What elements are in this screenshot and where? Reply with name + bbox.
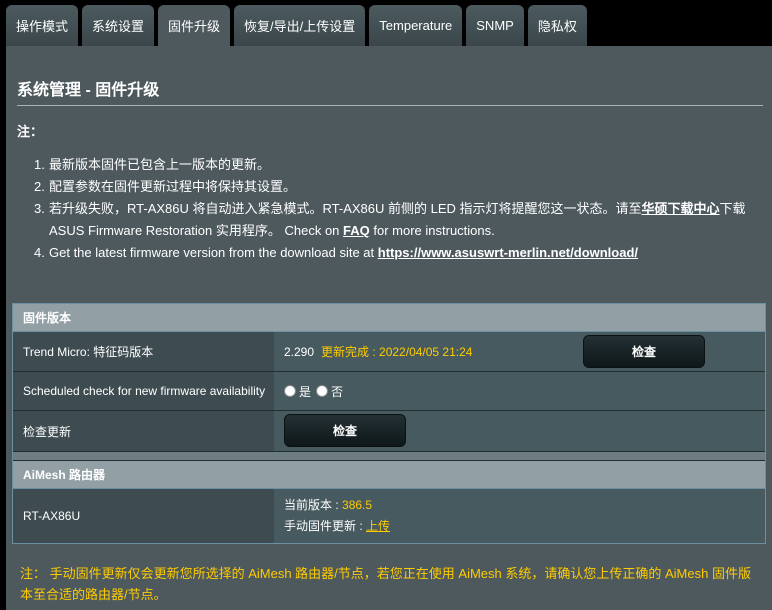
signature-version: 2.290	[284, 344, 315, 359]
note-text: 最新版本固件已包含上一版本的更新。	[49, 157, 271, 172]
title-divider	[17, 105, 763, 106]
asus-download-center-link[interactable]: 华硕下载中心	[642, 201, 720, 216]
tab-restore-save-upload[interactable]: 恢复/导出/上传设置	[234, 5, 366, 46]
radio-no-label: 否	[331, 384, 344, 399]
note-text: 若升级失败，RT-AX86U 将自动进入紧急模式。RT-AX86U 前侧的 LE…	[49, 201, 642, 216]
note-text: ASUS Firmware Restoration 实用程序。 Check on	[49, 223, 344, 238]
table-row-aimesh-router: RT-AX86U 当前版本 : 386.5 手动固件更新 : 上传	[13, 489, 765, 543]
note-number: 4.	[34, 245, 45, 260]
note-text: Get the latest firmware version from the…	[49, 245, 378, 260]
aimesh-footer-note: 注： 手动固件更新仅会更新您所选择的 AiMesh 路由器/节点，若您正在使用 …	[20, 566, 751, 602]
note-label: 注：	[17, 124, 44, 139]
note-number: 3.	[34, 201, 45, 216]
note-item-1: 1. 最新版本固件已包含上一版本的更新。	[34, 154, 759, 176]
faq-link[interactable]: FAQ	[343, 223, 370, 238]
aimesh-table-header: AiMesh 路由器	[13, 461, 765, 489]
table-row-trend-micro: Trend Micro: 特征码版本 2.290 更新完成 : 2022/04/…	[13, 332, 765, 372]
tab-bar: 操作模式 系统设置 固件升级 恢复/导出/上传设置 Temperature SN…	[6, 5, 587, 46]
firmware-version-table: 固件版本 Trend Micro: 特征码版本 2.290 更新完成 : 202…	[12, 303, 766, 544]
note-list: 1. 最新版本固件已包含上一版本的更新。 2. 配置参数在固件更新过程中将保持其设置…	[34, 154, 759, 264]
tab-firmware-upgrade[interactable]: 固件升级	[158, 5, 231, 46]
scheduled-check-options: 是 否	[274, 372, 765, 410]
current-version-line: 当前版本 : 386.5	[284, 495, 372, 516]
check-update-action: 检查	[274, 411, 765, 451]
tab-privacy[interactable]: 隐私权	[527, 5, 587, 46]
table-separator	[13, 452, 765, 461]
manual-update-line: 手动固件更新 : 上传	[284, 516, 390, 537]
current-version-value: 386.5	[342, 498, 373, 512]
radio-no[interactable]	[316, 385, 329, 397]
tab-snmp[interactable]: SNMP	[466, 5, 524, 46]
update-status: 更新完成 : 2022/04/05 21:24	[321, 345, 473, 359]
check-update-button[interactable]: 检查	[284, 414, 406, 447]
note-item-4: 4. Get the latest firmware version from t…	[34, 242, 759, 264]
trend-micro-label: Trend Micro: 特征码版本	[13, 332, 274, 371]
upload-firmware-link[interactable]: 上传	[366, 519, 390, 533]
tab-system-settings[interactable]: 系统设置	[82, 5, 155, 46]
merlin-download-link[interactable]: https://www.asuswrt-merlin.net/download/	[378, 245, 638, 260]
firmware-table-header: 固件版本	[13, 304, 765, 332]
check-signature-button[interactable]: 检查	[583, 335, 705, 368]
tab-temperature[interactable]: Temperature	[369, 5, 463, 46]
note-text: 下载	[719, 201, 746, 216]
radio-yes-label: 是	[299, 384, 312, 399]
note-item-3: 3. 若升级失败，RT-AX86U 将自动进入紧急模式。RT-AX86U 前侧的 …	[34, 198, 759, 242]
table-row-check-update: 检查更新 检查	[13, 411, 765, 452]
check-update-label: 检查更新	[13, 411, 274, 451]
content-panel: 系统管理 - 固件升级 注： 1. 最新版本固件已包含上一版本的更新。 2. 配置参…	[6, 46, 772, 610]
aimesh-firmware-info: 当前版本 : 386.5 手动固件更新 : 上传	[274, 489, 765, 543]
page-title: 系统管理 - 固件升级	[17, 82, 160, 99]
note-text: 配置参数在固件更新过程中将保持其设置。	[49, 179, 297, 194]
aimesh-model: RT-AX86U	[13, 489, 274, 543]
manual-update-label: 手动固件更新 :	[284, 519, 367, 533]
trend-micro-value: 2.290 更新完成 : 2022/04/05 21:24 检查	[274, 332, 765, 371]
note-item-2: 2. 配置参数在固件更新过程中将保持其设置。	[34, 176, 759, 198]
current-version-label: 当前版本 :	[284, 498, 343, 512]
note-continuation: ASUS Firmware Restoration 实用程序。 Check on…	[34, 220, 759, 242]
note-number: 2.	[34, 179, 45, 194]
note-number: 1.	[34, 157, 45, 172]
table-row-scheduled-check: Scheduled check for new firmware availab…	[13, 372, 765, 411]
scheduled-check-label: Scheduled check for new firmware availab…	[13, 372, 274, 410]
tab-operation-mode[interactable]: 操作模式	[6, 5, 79, 46]
note-text: for more instructions.	[369, 223, 495, 238]
radio-yes[interactable]	[284, 385, 296, 397]
